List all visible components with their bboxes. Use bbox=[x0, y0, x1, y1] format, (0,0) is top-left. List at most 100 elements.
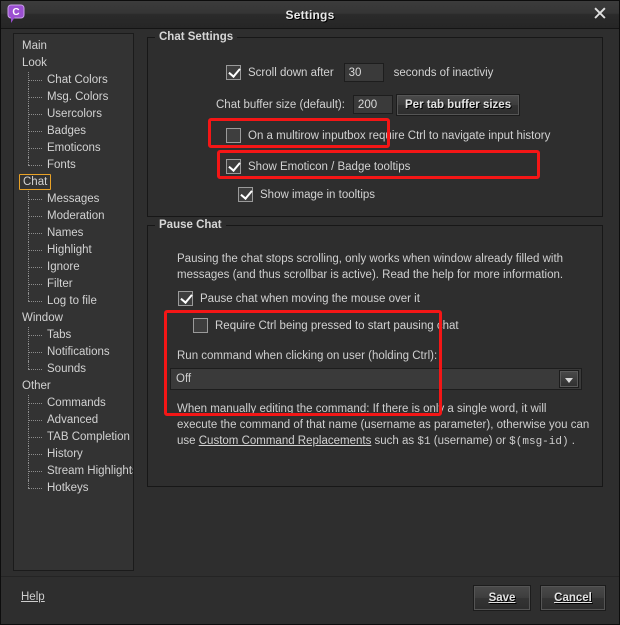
sidebar-item-label: Main bbox=[22, 40, 47, 52]
sidebar-item-window[interactable]: Window bbox=[14, 310, 133, 327]
sidebar-item-tab-completion[interactable]: TAB Completion bbox=[14, 429, 133, 446]
sidebar-item-history[interactable]: History bbox=[14, 446, 133, 463]
custom-command-replacements-link[interactable]: Custom Command Replacements bbox=[199, 435, 372, 447]
sidebar-item-main[interactable]: Main bbox=[14, 38, 133, 55]
footnote-text-b: such as bbox=[371, 435, 418, 447]
sidebar-item-label: Filter bbox=[47, 278, 73, 290]
emoticon-tooltips-label: Show Emoticon / Badge tooltips bbox=[248, 160, 411, 173]
run-command-footnote-line3: use Custom Command Replacements such as … bbox=[177, 433, 575, 450]
chat-bubble-icon: C bbox=[7, 4, 25, 24]
sidebar-item-ignore[interactable]: Ignore bbox=[14, 259, 133, 276]
title-bar: C Settings ✕ bbox=[1, 1, 619, 29]
chevron-down-icon[interactable] bbox=[559, 370, 579, 388]
sidebar-item-chat[interactable]: Chat bbox=[14, 174, 133, 191]
scroll-down-label-after: seconds of inactiviy bbox=[393, 66, 494, 79]
sidebar-item-label: Log to file bbox=[47, 295, 97, 307]
sidebar-item-label: Tabs bbox=[47, 329, 72, 341]
run-command-footnote-line1: When manually editing the command: If th… bbox=[177, 403, 547, 415]
svg-text:C: C bbox=[12, 7, 19, 18]
cancel-button-label: Cancel bbox=[554, 592, 592, 604]
sidebar-item-label: Moderation bbox=[47, 210, 105, 222]
dialog-footer: Help Save Cancel bbox=[1, 576, 619, 624]
sidebar-item-label: Badges bbox=[47, 125, 87, 137]
sidebar-item-fonts[interactable]: Fonts bbox=[14, 157, 133, 174]
sidebar-item-commands[interactable]: Commands bbox=[14, 395, 133, 412]
scroll-down-seconds-input[interactable] bbox=[343, 63, 384, 82]
sidebar-item-label: Advanced bbox=[47, 414, 99, 426]
close-icon[interactable]: ✕ bbox=[589, 4, 611, 26]
sidebar-item-label: Names bbox=[47, 227, 84, 239]
sidebar-item-notifications[interactable]: Notifications bbox=[14, 344, 133, 361]
sidebar-item-stream-highlights[interactable]: Stream Highlights bbox=[14, 463, 133, 480]
sidebar-item-label: Hotkeys bbox=[47, 482, 89, 494]
emoticon-tooltips-row: Show Emoticon / Badge tooltips bbox=[226, 159, 410, 174]
settings-category-tree[interactable]: Main Look Chat Colors Msg. Colors Usercolors… bbox=[13, 33, 134, 571]
sidebar-item-msg-colors[interactable]: Msg. Colors bbox=[14, 89, 133, 106]
sidebar-item-names[interactable]: Names bbox=[14, 225, 133, 242]
pause-chat-legend: Pause Chat bbox=[155, 219, 226, 231]
help-link[interactable]: Help bbox=[21, 591, 45, 603]
buffer-size-row: Chat buffer size (default): bbox=[216, 95, 393, 114]
settings-window: C Settings ✕ Main Look Chat Colors Msg. Col… bbox=[0, 0, 620, 625]
sidebar-item-label: Emoticons bbox=[47, 142, 101, 154]
sidebar-item-highlight[interactable]: Highlight bbox=[14, 242, 133, 259]
footnote-text-c: (username) or bbox=[430, 435, 510, 447]
require-ctrl-checkbox[interactable] bbox=[193, 318, 208, 333]
sidebar-item-sounds[interactable]: Sounds bbox=[14, 361, 133, 378]
multirow-inputbox-label: On a multirow inputbox require Ctrl to n… bbox=[248, 129, 551, 142]
sidebar-item-tabs[interactable]: Tabs bbox=[14, 327, 133, 344]
sidebar-item-label: Other bbox=[22, 380, 51, 392]
sidebar-item-label: Chat bbox=[19, 174, 52, 190]
sidebar-item-other[interactable]: Other bbox=[14, 378, 133, 395]
sidebar-item-label: Chat Colors bbox=[47, 74, 108, 86]
run-command-value: Off bbox=[176, 373, 192, 385]
sidebar-item-label: Ignore bbox=[47, 261, 80, 273]
chat-settings-legend: Chat Settings bbox=[155, 31, 238, 43]
pause-chat-group: Pause Chat Pausing the chat stops scroll… bbox=[147, 219, 603, 487]
emoticon-tooltips-checkbox[interactable] bbox=[226, 159, 241, 174]
multirow-inputbox-checkbox[interactable] bbox=[226, 128, 241, 143]
sidebar-item-label: Notifications bbox=[47, 346, 110, 358]
scroll-down-row: Scroll down after seconds of inactiviy bbox=[226, 63, 493, 82]
chat-settings-group: Chat Settings Scroll down after seconds … bbox=[147, 31, 603, 217]
pause-on-hover-checkbox[interactable] bbox=[178, 291, 193, 306]
image-in-tooltips-row: Show image in tooltips bbox=[238, 187, 375, 202]
sidebar-item-moderation[interactable]: Moderation bbox=[14, 208, 133, 225]
sidebar-item-log-to-file[interactable]: Log to file bbox=[14, 293, 133, 310]
sidebar-item-label: Msg. Colors bbox=[47, 91, 109, 103]
pause-on-hover-row: Pause chat when moving the mouse over it bbox=[178, 291, 420, 306]
sidebar-item-usercolors[interactable]: Usercolors bbox=[14, 106, 133, 123]
sidebar-item-label: Sounds bbox=[47, 363, 87, 375]
cancel-button[interactable]: Cancel bbox=[540, 585, 606, 611]
image-in-tooltips-checkbox[interactable] bbox=[238, 187, 253, 202]
scroll-down-checkbox[interactable] bbox=[226, 65, 241, 80]
sidebar-item-badges[interactable]: Badges bbox=[14, 123, 133, 140]
sidebar-item-hotkeys[interactable]: Hotkeys bbox=[14, 480, 133, 497]
pause-on-hover-label: Pause chat when moving the mouse over it bbox=[200, 292, 420, 305]
save-button[interactable]: Save bbox=[473, 585, 531, 611]
buffer-size-label: Chat buffer size (default): bbox=[216, 98, 345, 111]
sidebar-item-label: Messages bbox=[47, 193, 100, 205]
sidebar-item-filter[interactable]: Filter bbox=[14, 276, 133, 293]
sidebar-item-emoticons[interactable]: Emoticons bbox=[14, 140, 133, 157]
footnote-code-msg-id: $(msg-id) bbox=[509, 436, 569, 448]
image-in-tooltips-label: Show image in tooltips bbox=[260, 188, 376, 201]
run-command-combobox[interactable]: Off bbox=[170, 368, 582, 390]
per-tab-buffer-sizes-button[interactable]: Per tab buffer sizes bbox=[396, 94, 521, 116]
sidebar-item-messages[interactable]: Messages bbox=[14, 191, 133, 208]
sidebar-item-label: Usercolors bbox=[47, 108, 102, 120]
pause-chat-description-line2: messages (and thus scrollbar is active).… bbox=[177, 269, 564, 281]
scroll-down-label-before: Scroll down after bbox=[248, 66, 334, 79]
require-ctrl-row: Require Ctrl being pressed to start paus… bbox=[193, 318, 459, 333]
run-command-footnote-line2: execute the command of that name (userna… bbox=[177, 419, 590, 431]
sidebar-item-advanced[interactable]: Advanced bbox=[14, 412, 133, 429]
sidebar-item-look[interactable]: Look bbox=[14, 55, 133, 72]
sidebar-item-chat-colors[interactable]: Chat Colors bbox=[14, 72, 133, 89]
buffer-size-input[interactable] bbox=[352, 95, 393, 114]
run-command-label: Run command when clicking on user (holdi… bbox=[177, 350, 438, 362]
sidebar-item-label: Highlight bbox=[47, 244, 92, 256]
sidebar-item-label: History bbox=[47, 448, 83, 460]
footnote-text-d: . bbox=[568, 435, 575, 447]
multirow-inputbox-row: On a multirow inputbox require Ctrl to n… bbox=[226, 128, 550, 143]
sidebar-item-label: Look bbox=[22, 57, 47, 69]
